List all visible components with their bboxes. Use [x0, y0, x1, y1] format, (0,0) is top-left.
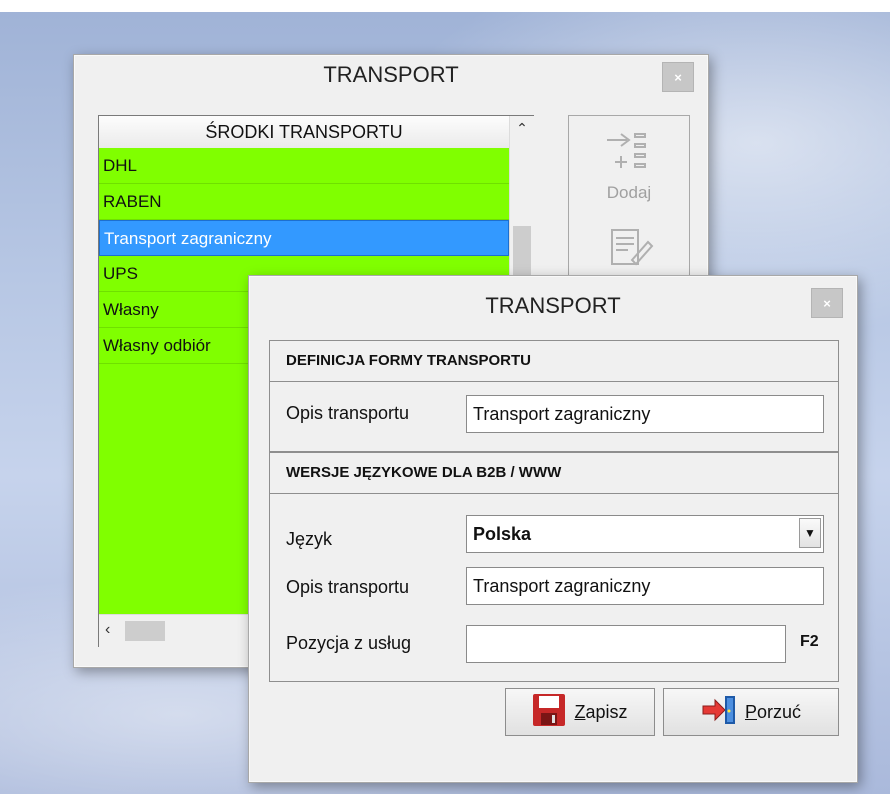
cancel-button[interactable]: Porzuć: [663, 688, 839, 736]
section-title: WERSJE JĘZYKOWE DLA B2B / WWW: [270, 453, 838, 494]
jezyk-label: Język: [286, 529, 333, 549]
jezyk-selected-value: Polska: [473, 524, 532, 544]
dialog-title: TRANSPORT: [485, 293, 621, 318]
pozycja-label: Pozycja z usług: [286, 633, 412, 653]
exit-door-icon: [701, 694, 737, 731]
section-title: DEFINICJA FORMY TRANSPORTU: [270, 341, 838, 382]
opis-label: Opis transportu: [286, 403, 410, 423]
add-list-icon: [569, 130, 689, 183]
add-button-label: Dodaj: [606, 183, 652, 202]
list-header[interactable]: ŚRODKI TRANSPORTU: [99, 116, 509, 149]
scroll-thumb-horizontal[interactable]: [125, 621, 165, 641]
list-item[interactable]: DHL: [99, 148, 509, 184]
scroll-up-arrow-icon[interactable]: ⌃: [510, 120, 534, 137]
jezyk-select[interactable]: Polska ▼: [466, 515, 824, 553]
side-toolbar: Dodaj: [568, 115, 690, 285]
chevron-down-icon[interactable]: ▼: [799, 518, 821, 548]
scroll-left-arrow-icon[interactable]: ‹: [105, 621, 110, 639]
pozycja-z-uslug-input[interactable]: [466, 625, 786, 663]
language-versions-section: WERSJE JĘZYKOWE DLA B2B / WWW Język Pols…: [269, 452, 839, 682]
f2-hint: F2: [800, 633, 819, 650]
list-item[interactable]: RABEN: [99, 184, 509, 220]
close-button[interactable]: ×: [811, 288, 843, 318]
close-button[interactable]: ×: [662, 62, 694, 92]
floppy-disk-icon: [532, 693, 566, 732]
transport-edit-dialog: TRANSPORT × DEFINICJA FORMY TRANSPORTU O…: [248, 275, 858, 783]
definition-section: DEFINICJA FORMY TRANSPORTU Opis transpor…: [269, 340, 839, 452]
list-item-selected[interactable]: Transport zagraniczny: [99, 220, 509, 256]
desktop-top-strip: [0, 0, 890, 12]
window-title: TRANSPORT: [323, 62, 459, 87]
opis-transportu-input[interactable]: Transport zagraniczny: [466, 395, 824, 433]
opis-label: Opis transportu: [286, 577, 410, 597]
save-button[interactable]: Zapisz: [505, 688, 655, 736]
add-button[interactable]: Dodaj: [569, 130, 689, 203]
opis-transportu-lang-input[interactable]: Transport zagraniczny: [466, 567, 824, 605]
save-button-label: Zapisz: [574, 701, 628, 722]
cancel-button-label: Porzuć: [744, 701, 802, 722]
